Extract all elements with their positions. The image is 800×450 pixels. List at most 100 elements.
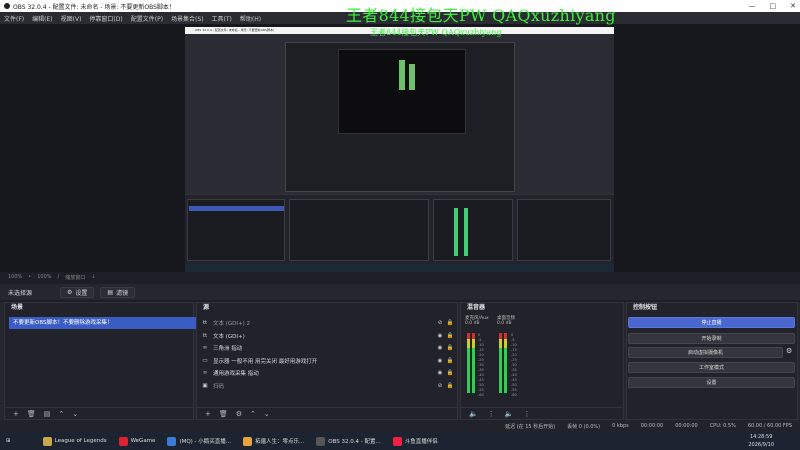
close-button[interactable]: ✕ [790, 0, 796, 12]
kebab-menu-icon[interactable]: ⋮ [488, 410, 495, 418]
taskbar-app-label: 斗鱼直播伴侣 [404, 439, 438, 445]
taskbar-app[interactable]: WeGame [113, 432, 162, 450]
start-button[interactable]: ⊞ [0, 432, 17, 450]
source-label: 三角洲 指动 [213, 346, 243, 352]
trash-icon[interactable]: 🗑 [27, 410, 36, 418]
lock-icon[interactable]: 🔒 [445, 333, 455, 339]
nested-watermark: 王者844接包天PW QAQxuzhiyang [370, 28, 502, 37]
source-item[interactable]: tt 文本 (GDI+) 2 ⊘ 🔒 [201, 317, 455, 329]
gear-icon[interactable]: ⚙ [786, 347, 792, 355]
taskbar-app[interactable]: OBS 32.0.4 - 配置... [310, 432, 386, 450]
nested-mixer [433, 199, 513, 261]
zoom-value[interactable]: 100% [8, 274, 22, 281]
scene-item[interactable]: 不要更新OBS脚本！不要删除游戏采集！ [9, 317, 196, 329]
app-icon [118, 436, 128, 446]
app-icon [167, 436, 177, 446]
meter-tick-label: -60 [478, 393, 484, 397]
delay-status: 延迟 (在 15 秒后开始) [505, 423, 556, 430]
start-virtual-camera-button[interactable]: 启动虚拟摄像机 [628, 347, 783, 358]
menu-profile[interactable]: 配置文件(P) [131, 14, 163, 23]
kebab-menu-icon[interactable]: ⋮ [523, 410, 530, 418]
taskbar-app[interactable]: 拓疆人生：零点乐... [237, 432, 310, 450]
nested-sources [289, 199, 429, 261]
stop-streaming-button[interactable]: 停止直播 [628, 317, 795, 328]
visibility-eye-icon[interactable]: ◉ [435, 370, 445, 376]
app-icon [243, 436, 253, 446]
taskbar-app-label: 拓疆人生：零点乐... [255, 439, 305, 445]
volume-meter-desktop [504, 333, 507, 393]
source-item[interactable]: ∞ 三角洲 指动 ◉ 🔒 [201, 342, 455, 354]
maximize-button[interactable]: □ [770, 0, 777, 12]
window-title: OBS 32.0.4 - 配置文件: 未命名 - 场景: 不要更新OBS脚本！ [13, 3, 175, 11]
meter-tick-label: -50 [511, 383, 517, 387]
lock-icon[interactable]: 🔒 [445, 383, 455, 389]
source-item[interactable]: ▭ 显示器 一般不用 用完关闭 最好用游戏打开 ◉ 🔒 [201, 355, 455, 367]
add-icon[interactable]: + [205, 410, 211, 418]
filter-icon: ▤ [107, 288, 114, 296]
minimize-button[interactable]: — [749, 0, 756, 12]
meter-tick-label: 0 [511, 333, 514, 337]
add-icon[interactable]: + [13, 410, 19, 418]
taskbar-app[interactable]: League of Legends [37, 432, 113, 450]
volume-meter-mic [467, 333, 470, 393]
mixer-toolbar: 🔈 ⋮ 🔈 ⋮ [461, 407, 623, 419]
taskbar-app-label: WeGame [130, 438, 156, 444]
zoom-row: 100% • 100% / 缩放窗口 ↓ [8, 274, 96, 281]
menu-edit[interactable]: 编辑(E) [32, 14, 52, 23]
menu-scene-collection[interactable]: 场景集合(S) [171, 14, 204, 23]
start-recording-button[interactable]: 开始录制 [628, 333, 795, 344]
lock-icon[interactable]: 🔒 [445, 345, 455, 351]
watermark-text: 王者844接包天PW QAQxuzhiyang [346, 6, 616, 25]
taskbar-app[interactable]: (MQ) - 小鹅买直播... [161, 432, 237, 450]
visibility-eye-icon[interactable]: ⊘ [435, 320, 445, 326]
rec-time: 00:00:00 [675, 423, 698, 429]
filters-button[interactable]: ▤ 滤镜 [100, 286, 136, 298]
source-item[interactable]: tt 文本 (GDI+) ◉ 🔒 [201, 330, 455, 342]
gear-icon[interactable]: ⚙ [236, 410, 242, 418]
taskbar-app[interactable]: 斗鱼直播伴侣 [387, 432, 444, 450]
menu-help[interactable]: 帮助(H) [240, 14, 261, 23]
preview-canvas[interactable]: OBS 32.0.4 - 配置文件: 未命名 - 场景: 不要更新OBS脚本！ … [185, 27, 614, 272]
settings-button[interactable]: 设置 [628, 377, 795, 388]
meter-tick-label: 0 [478, 333, 481, 337]
down-arrow-icon[interactable]: ⌄ [72, 410, 78, 418]
source-item[interactable]: ▣ 扫码 ⊘ 🔒 [201, 380, 455, 392]
clock[interactable]: 14:28:59 2026/9/10 [748, 432, 774, 449]
up-arrow-icon[interactable]: ⌃ [250, 410, 256, 418]
nested-meter [454, 208, 458, 256]
lock-icon[interactable]: 🔒 [445, 370, 455, 376]
trash-icon[interactable]: 🗑 [219, 410, 228, 418]
menu-tools[interactable]: 工具(T) [212, 14, 232, 23]
lock-icon[interactable]: 🔒 [445, 320, 455, 326]
filter-icon[interactable]: ▤ [44, 410, 51, 418]
meter-tick-label: -20 [478, 353, 484, 357]
visibility-eye-icon[interactable]: ◉ [435, 333, 445, 339]
studio-mode-button[interactable]: 工作室模式 [628, 362, 795, 373]
lock-icon[interactable]: 🔒 [445, 358, 455, 364]
meter-tick-label: -15 [511, 348, 517, 352]
menu-view[interactable]: 视图(V) [61, 14, 82, 23]
meter-tick-label: -10 [511, 343, 517, 347]
speaker-icon[interactable]: 🔈 [505, 410, 514, 418]
channel-level: 0.0 dB [497, 321, 512, 326]
up-arrow-icon[interactable]: ⌃ [58, 410, 64, 418]
menu-docks[interactable]: 停靠窗口(D) [89, 14, 122, 23]
properties-button[interactable]: ⚙ 设置 [60, 286, 95, 298]
menu-file[interactable]: 文件(F) [4, 14, 24, 23]
volume-meter-desktop [499, 333, 502, 393]
source-item[interactable]: ∞ 通用游戏采集 指动 ◉ 🔒 [201, 367, 455, 379]
scenes-toolbar: + 🗑 ▤ ⌃ ⌄ [5, 407, 193, 419]
visibility-eye-icon[interactable]: ◉ [435, 345, 445, 351]
nested-controls [517, 199, 611, 261]
speaker-icon[interactable]: 🔈 [469, 410, 478, 418]
meter-tick-label: -25 [511, 358, 517, 362]
visibility-eye-icon[interactable]: ⊘ [435, 383, 445, 389]
clock-time: 14:28:59 [749, 434, 773, 440]
visibility-eye-icon[interactable]: ◉ [435, 358, 445, 364]
meter-tick-label: -15 [478, 348, 484, 352]
taskbar-app-label: League of Legends [54, 438, 107, 444]
down-arrow-icon[interactable]: ⌄ [264, 410, 270, 418]
meter-tick-label: -55 [511, 388, 517, 392]
nested-scenes [187, 199, 285, 261]
nested-scene-selected [189, 206, 284, 211]
